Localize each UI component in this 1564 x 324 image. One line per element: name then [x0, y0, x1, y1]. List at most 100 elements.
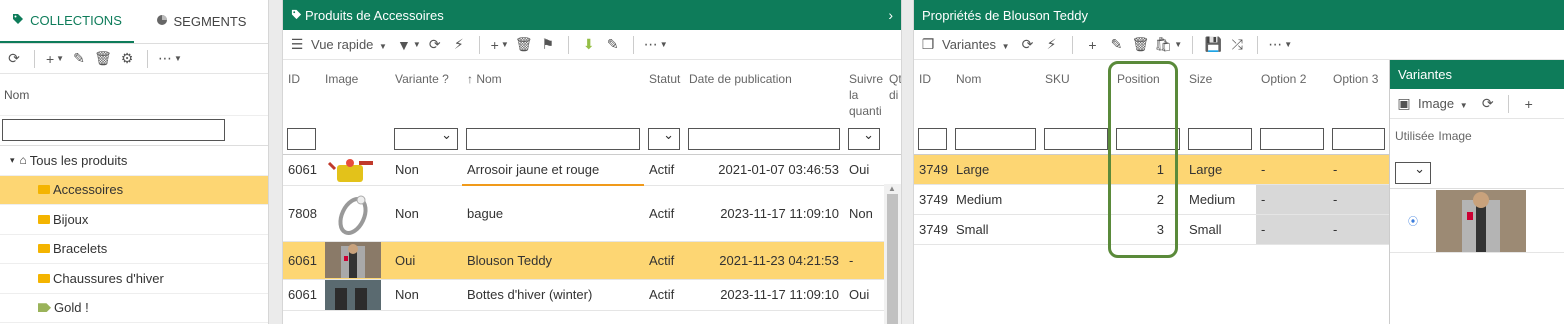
col-variant[interactable]: Variante ?	[390, 60, 462, 124]
col-position[interactable]: Position	[1112, 60, 1184, 124]
products-panel-header: Produits de Accessoires ›	[283, 0, 901, 30]
table-row[interactable]: 3749 Small 3 Small - -	[914, 214, 1389, 245]
image-view-selector[interactable]: Image ▼	[1418, 96, 1468, 111]
chevron-right-icon[interactable]: ›	[888, 7, 893, 23]
variants-table: ID Nom SKU Position Size Option 2 Option…	[914, 60, 1389, 245]
variants-view-selector[interactable]: Variantes ▼	[942, 37, 1010, 52]
edit-locked-icon[interactable]: ✎	[69, 48, 89, 70]
variant-image-thumbnail	[1436, 189, 1526, 252]
tree-item-chaussures[interactable]: Chaussures d'hiver	[0, 264, 268, 294]
flag-icon[interactable]: ⚑	[538, 34, 558, 56]
image-icon: ▣	[1397, 95, 1411, 111]
tree-item-bracelets[interactable]: Bracelets	[0, 235, 268, 264]
table-row[interactable]: 6061 Oui Blouson Teddy Actif 2021-11-23 …	[283, 241, 901, 280]
col-id[interactable]: ID	[283, 60, 320, 124]
col-id[interactable]: ID	[914, 60, 951, 124]
view-selector[interactable]: Vue rapide ▼	[311, 37, 387, 52]
filter-option3[interactable]	[1332, 127, 1385, 150]
save-icon[interactable]: 💾	[1203, 34, 1223, 56]
tree-item-accessoires[interactable]: Accessoires	[0, 175, 268, 205]
col-size[interactable]: Size	[1184, 60, 1256, 124]
filter-date[interactable]	[688, 127, 840, 150]
refresh-icon[interactable]: ⟳	[425, 34, 445, 56]
tab-collections[interactable]: COLLECTIONS	[0, 0, 134, 43]
refresh-icon[interactable]: ⟳	[1478, 93, 1498, 115]
lightning-icon[interactable]: ⚡	[1042, 34, 1062, 56]
radio-selected[interactable]: ⦿	[1390, 213, 1436, 228]
tree-item-bijoux[interactable]: Bijoux	[0, 205, 268, 235]
more-button[interactable]: ⋯ ▼	[644, 34, 668, 56]
col-used[interactable]: Utilisée	[1395, 129, 1434, 159]
trash-icon[interactable]: 🗑	[514, 34, 534, 56]
scroll-up-icon[interactable]: ▲	[888, 184, 896, 193]
scrollbar-thumb[interactable]	[887, 194, 898, 324]
cell-id: 3749	[914, 184, 951, 215]
edit-locked-icon[interactable]: ✎	[603, 34, 623, 56]
add-button[interactable]: +	[1083, 34, 1103, 56]
filter-sku[interactable]	[1044, 127, 1108, 150]
lightning-icon[interactable]: ⚡	[449, 34, 469, 56]
col-image[interactable]: Image	[320, 60, 390, 124]
filter-id[interactable]	[287, 127, 316, 150]
cell-name-text: Arrosoir jaune et rouge	[467, 161, 600, 177]
trash-icon[interactable]: 🗑	[1131, 34, 1151, 56]
col-sku[interactable]: SKU	[1040, 60, 1112, 124]
col-qty[interactable]: Qt di	[884, 60, 901, 124]
refresh-icon[interactable]: ⟳	[1018, 34, 1038, 56]
filter-icon[interactable]: ▼ ▼	[397, 34, 421, 56]
filter-option2[interactable]	[1260, 127, 1324, 150]
add-button[interactable]: + ▼	[490, 34, 510, 56]
filter-id[interactable]	[918, 127, 947, 150]
cell-option3: -	[1328, 154, 1389, 185]
cell-sku	[1040, 184, 1112, 215]
col-option2[interactable]: Option 2	[1256, 60, 1328, 124]
filter-track[interactable]	[848, 127, 880, 150]
add-button[interactable]: + ▼	[45, 48, 65, 70]
more-button[interactable]: ⋯ ▼	[158, 48, 182, 70]
add-button[interactable]: +	[1519, 93, 1539, 115]
filter-position[interactable]	[1116, 127, 1180, 150]
filter-name[interactable]	[955, 127, 1036, 150]
filter-used[interactable]	[1395, 161, 1431, 184]
filter-name[interactable]	[466, 127, 640, 150]
col-option3[interactable]: Option 3	[1328, 60, 1389, 124]
trash-icon[interactable]: 🗑	[93, 48, 113, 70]
col-date[interactable]: Date de publication	[684, 60, 844, 124]
tab-segments[interactable]: SEGMENTS	[134, 0, 268, 43]
filter-variant[interactable]	[394, 127, 458, 150]
products-table: ID Image Variante ? ↑ Nom Statut Date de…	[283, 60, 901, 311]
col-name[interactable]: Nom	[951, 60, 1040, 124]
properties-panel-title: Propriétés de Blouson Teddy	[922, 7, 1088, 23]
col-track[interactable]: Suivre la quanti	[844, 60, 884, 124]
shopify-import-icon[interactable]: ⬇	[579, 34, 599, 56]
refresh-icon[interactable]: ⟳	[4, 48, 24, 70]
tree-item-label: Gold !	[54, 300, 89, 316]
chevron-down-icon[interactable]: ▾	[10, 155, 15, 166]
pencil-icon[interactable]: ✎	[1107, 34, 1127, 56]
shopify-bag-icon[interactable]: 🛍 ▼	[1155, 34, 1183, 56]
column-header-name[interactable]: Nom	[0, 74, 268, 116]
cell-status: Actif	[644, 154, 684, 186]
cell-option2: -	[1256, 154, 1328, 185]
image-view-label: Image	[1418, 96, 1455, 111]
table-row[interactable]: 6061 Non Arrosoir jaune et rouge Actif 2…	[283, 154, 901, 186]
table-row[interactable]: 7808 Non bague Actif 2023-11-17 11:09:10…	[283, 185, 901, 242]
tree-root[interactable]: ▾ ⌂ Tous les produits	[0, 146, 268, 176]
name-filter-input[interactable]	[2, 119, 225, 141]
table-row[interactable]: 3749 Large 1 Large - -	[914, 154, 1389, 185]
vertical-scrollbar[interactable]: ▲	[884, 184, 901, 324]
filter-status[interactable]	[648, 127, 680, 150]
filter-size[interactable]	[1188, 127, 1252, 150]
properties-toolbar: ❐ Variantes ▼ ⟳ ⚡ + ✎ 🗑 🛍 ▼ 💾 ⤮ ⋯ ▼	[914, 30, 1564, 60]
variant-images-panel: Variantes ▣ Image ▼ ⟳ + Utilisée Image ⦿	[1389, 60, 1564, 324]
list-item[interactable]: ⦿	[1390, 189, 1564, 253]
col-name[interactable]: ↑ Nom	[462, 60, 644, 124]
col-status[interactable]: Statut	[644, 60, 684, 124]
col-image[interactable]: Image	[1438, 129, 1471, 159]
settings-locked-icon[interactable]: ⚙	[117, 48, 137, 70]
more-button[interactable]: ⋯ ▼	[1268, 34, 1292, 56]
table-row[interactable]: 6061 Non Bottes d'hiver (winter) Actif 2…	[283, 279, 901, 311]
tree-item-gold[interactable]: Gold !	[0, 294, 268, 323]
shuffle-icon[interactable]: ⤮	[1227, 34, 1247, 56]
table-row[interactable]: 3749 Medium 2 Medium - -	[914, 184, 1389, 215]
